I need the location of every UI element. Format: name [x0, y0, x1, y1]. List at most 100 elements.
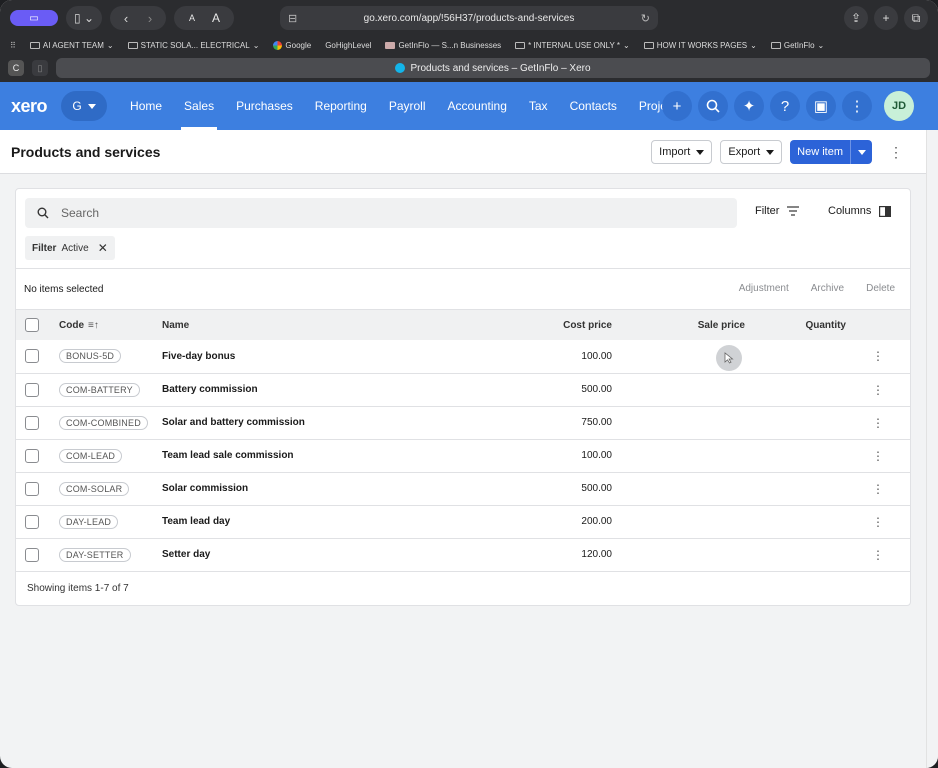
- xero-favicon-icon: [395, 63, 406, 73]
- filter-icon: [787, 206, 800, 216]
- plus-icon[interactable]: +: [662, 91, 692, 121]
- column-header-quantity[interactable]: Quantity: [745, 310, 846, 340]
- item-name[interactable]: Team lead sale commission: [162, 439, 422, 472]
- bookmarks-grid-icon[interactable]: ⠿: [10, 41, 16, 50]
- export-button[interactable]: Export: [720, 140, 783, 164]
- row-checkbox[interactable]: [25, 481, 39, 496]
- table-row[interactable]: BONUS-5D Five-day bonus 100.00 ⋮: [16, 340, 910, 373]
- row-checkbox[interactable]: [25, 415, 39, 430]
- column-header-code[interactable]: Code ≡↑: [59, 310, 162, 340]
- search-icon[interactable]: [698, 91, 728, 121]
- products-table: Code ≡↑ Name Cost price Sale price Quanti…: [16, 310, 910, 572]
- reload-icon[interactable]: ↻: [641, 12, 650, 25]
- page-more-icon[interactable]: ⋮: [886, 144, 906, 161]
- row-checkbox[interactable]: [25, 349, 39, 364]
- row-more-icon[interactable]: ⋮: [846, 406, 910, 439]
- sidebar-toggle-button[interactable]: ▯ ⌄: [66, 6, 102, 30]
- bookmark-item[interactable]: Google: [273, 40, 311, 50]
- row-checkbox[interactable]: [25, 448, 39, 463]
- chip-key: Filter: [32, 242, 57, 254]
- back-icon[interactable]: ‹: [114, 11, 138, 26]
- item-name[interactable]: Solar and battery commission: [162, 406, 422, 439]
- columns-button[interactable]: Columns: [828, 205, 892, 217]
- tab-group-badge[interactable]: C: [8, 60, 24, 76]
- table-row[interactable]: COM-COMBINED Solar and battery commissio…: [16, 406, 910, 439]
- new-tab-icon[interactable]: +: [874, 6, 898, 30]
- nav-home[interactable]: Home: [119, 82, 173, 130]
- bookmark-item[interactable]: GoHighLevel: [325, 41, 371, 50]
- notes-icon[interactable]: ▣: [806, 91, 836, 121]
- column-header-name[interactable]: Name: [162, 310, 422, 340]
- import-button[interactable]: Import: [651, 140, 713, 164]
- table-row[interactable]: DAY-SETTER Setter day 120.00 ⋮: [16, 538, 910, 571]
- select-all-checkbox[interactable]: [25, 318, 39, 332]
- chevron-down-icon: [766, 149, 775, 155]
- delete-button[interactable]: Delete: [866, 283, 895, 294]
- table-row[interactable]: COM-SOLAR Solar commission 500.00 ⋮: [16, 472, 910, 505]
- active-tab[interactable]: Products and services – GetInFlo – Xero: [56, 58, 930, 78]
- nav-sales[interactable]: Sales: [173, 82, 225, 130]
- bookmark-item[interactable]: STATIC SOLA... ELECTRICAL ⌄: [127, 41, 259, 50]
- bookmark-item[interactable]: GetInFlo — S...n Businesses: [385, 41, 501, 50]
- column-header-cost[interactable]: Cost price: [422, 310, 612, 340]
- item-name[interactable]: Battery commission: [162, 373, 422, 406]
- adjustment-button[interactable]: Adjustment: [739, 283, 789, 294]
- history-nav: ‹ ›: [110, 6, 166, 30]
- sparkle-icon[interactable]: ✦: [734, 91, 764, 121]
- organisation-switcher[interactable]: G: [61, 91, 108, 121]
- sale-price: [612, 406, 745, 439]
- profile-button[interactable]: ▭: [10, 10, 58, 26]
- filter-button[interactable]: Filter: [755, 205, 800, 217]
- new-item-menu-button[interactable]: [850, 140, 872, 164]
- tab-overview-icon[interactable]: ⧉: [904, 6, 928, 30]
- nav-tax[interactable]: Tax: [518, 82, 559, 130]
- row-more-icon[interactable]: ⋮: [846, 505, 910, 538]
- row-more-icon[interactable]: ⋮: [846, 340, 910, 373]
- item-name[interactable]: Setter day: [162, 538, 422, 571]
- column-header-sale[interactable]: Sale price: [612, 310, 745, 340]
- address-bar[interactable]: ⊟ go.xero.com/app/!56H37/products-and-se…: [280, 6, 658, 30]
- text-smaller-icon[interactable]: A: [180, 13, 204, 23]
- row-checkbox[interactable]: [25, 514, 39, 529]
- help-icon[interactable]: ?: [770, 91, 800, 121]
- bookmark-item[interactable]: * INTERNAL USE ONLY * ⌄: [515, 41, 630, 50]
- bookmark-item[interactable]: GetInFlo ⌄: [770, 41, 824, 50]
- share-icon[interactable]: ⇪: [844, 6, 868, 30]
- nav-purchases[interactable]: Purchases: [225, 82, 304, 130]
- row-more-icon[interactable]: ⋮: [846, 472, 910, 505]
- cost-price: 200.00: [581, 516, 612, 527]
- search-input[interactable]: [61, 206, 661, 220]
- item-name[interactable]: Team lead day: [162, 505, 422, 538]
- nav-accounting[interactable]: Accounting: [437, 82, 518, 130]
- item-name[interactable]: Five-day bonus: [162, 340, 422, 373]
- folder-icon: [29, 41, 40, 49]
- quantity: [745, 439, 846, 472]
- forward-icon[interactable]: ›: [138, 11, 162, 26]
- browser-toolbar: ▭ ▯ ⌄ ‹ › A A ⊟ go.xero.com/app/!56H37/p…: [0, 0, 938, 36]
- row-more-icon[interactable]: ⋮: [846, 373, 910, 406]
- item-name[interactable]: Solar commission: [162, 472, 422, 505]
- row-more-icon[interactable]: ⋮: [846, 538, 910, 571]
- row-checkbox[interactable]: [25, 547, 39, 562]
- xero-logo[interactable]: xero: [11, 96, 48, 117]
- close-icon[interactable]: ✕: [98, 241, 108, 255]
- bookmark-item[interactable]: AI AGENT TEAM ⌄: [29, 41, 114, 50]
- table-row[interactable]: DAY-LEAD Team lead day 200.00 ⋮: [16, 505, 910, 538]
- avatar[interactable]: JD: [884, 91, 914, 121]
- text-larger-icon[interactable]: A: [204, 11, 228, 25]
- nav-contacts[interactable]: Contacts: [559, 82, 628, 130]
- trash-icon[interactable]: ▯: [32, 60, 48, 76]
- row-more-icon[interactable]: ⋮: [846, 439, 910, 472]
- new-item-button[interactable]: New item: [790, 140, 850, 164]
- archive-button[interactable]: Archive: [811, 283, 844, 294]
- site-settings-icon[interactable]: ⊟: [288, 12, 297, 25]
- bookmark-item[interactable]: HOW IT WORKS PAGES ⌄: [643, 41, 757, 50]
- more-icon[interactable]: ⋮: [842, 91, 872, 121]
- table-row[interactable]: COM-BATTERY Battery commission 500.00 ⋮: [16, 373, 910, 406]
- row-checkbox[interactable]: [25, 382, 39, 397]
- nav-payroll[interactable]: Payroll: [378, 82, 437, 130]
- page-scrollbar[interactable]: [926, 130, 938, 768]
- table-row[interactable]: COM-LEAD Team lead sale commission 100.0…: [16, 439, 910, 472]
- tab-title: Products and services – GetInFlo – Xero: [410, 62, 591, 74]
- nav-reporting[interactable]: Reporting: [304, 82, 378, 130]
